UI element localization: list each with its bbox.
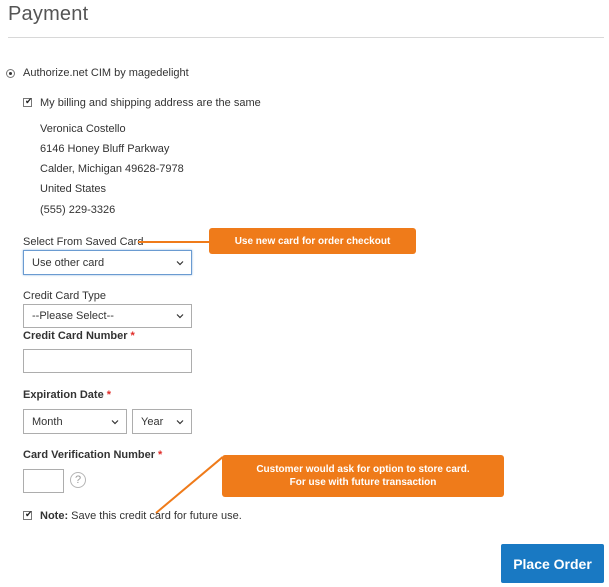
checkbox-check-icon: ✔ — [25, 96, 33, 106]
question-mark-icon[interactable]: ? — [70, 472, 86, 488]
required-mark: * — [130, 330, 135, 342]
card-type-value: --Please Select-- — [32, 310, 114, 322]
address-name: Veronica Costello — [40, 123, 126, 135]
card-type-select[interactable]: --Please Select-- — [23, 304, 192, 328]
store-card-callout-pointer — [155, 456, 224, 514]
save-card-label[interactable]: Note: Save this credit card for future u… — [40, 510, 242, 522]
chevron-down-icon — [111, 418, 119, 426]
place-order-button[interactable]: Place Order — [501, 544, 604, 583]
save-card-checkbox[interactable]: ✔ — [23, 509, 33, 520]
billing-same-label[interactable]: My billing and shipping address are the … — [40, 97, 261, 109]
saved-card-select[interactable]: Use other card — [23, 250, 192, 275]
billing-same-checkbox[interactable]: ✔ — [23, 96, 33, 107]
cvv-label: Card Verification Number * — [23, 449, 162, 461]
save-card-text: Save this credit card for future use. — [68, 510, 242, 522]
payment-method-radio[interactable] — [6, 69, 15, 78]
required-mark: * — [158, 449, 163, 461]
chevron-down-icon — [176, 312, 184, 320]
save-card-note-prefix: Note: — [40, 510, 69, 522]
address-country: United States — [40, 183, 107, 195]
address-city: Calder, Michigan 49628-7978 — [40, 163, 184, 175]
address-phone: (555) 229-3326 — [40, 204, 116, 216]
store-card-callout-line2: For use with future transaction — [289, 477, 437, 488]
card-number-input[interactable] — [23, 349, 192, 373]
card-type-label: Credit Card Type — [23, 290, 106, 302]
page-title: Payment — [8, 3, 89, 25]
saved-card-callout-text: Use new card for order checkout — [234, 235, 391, 247]
expiration-label: Expiration Date * — [23, 389, 111, 401]
expiration-month-select[interactable]: Month — [23, 409, 127, 434]
saved-card-callout: Use new card for order checkout — [209, 228, 416, 254]
cvv-input[interactable] — [23, 469, 64, 493]
required-mark: * — [106, 389, 111, 401]
title-divider — [8, 37, 604, 38]
saved-card-value: Use other card — [32, 256, 105, 269]
expiration-year-select[interactable]: Year — [132, 409, 192, 434]
card-number-label: Credit Card Number * — [23, 330, 135, 342]
store-card-callout: Customer would ask for option to store c… — [222, 455, 504, 497]
cvv-label-text: Card Verification Number — [23, 449, 156, 461]
expiration-year-value: Year — [141, 415, 164, 428]
checkbox-check-icon: ✔ — [25, 509, 33, 519]
payment-method-label[interactable]: Authorize.net CIM by magedelight — [23, 67, 189, 79]
chevron-down-icon — [176, 259, 184, 267]
saved-card-callout-pointer — [138, 241, 210, 243]
expiration-label-text: Expiration Date — [23, 389, 104, 401]
saved-card-label: Select From Saved Card — [23, 236, 144, 248]
chevron-down-icon — [176, 418, 184, 426]
expiration-month-value: Month — [32, 415, 63, 428]
card-number-label-text: Credit Card Number — [23, 330, 128, 342]
store-card-callout-line1: Customer would ask for option to store c… — [256, 464, 470, 475]
address-street: 6146 Honey Bluff Parkway — [40, 143, 170, 155]
